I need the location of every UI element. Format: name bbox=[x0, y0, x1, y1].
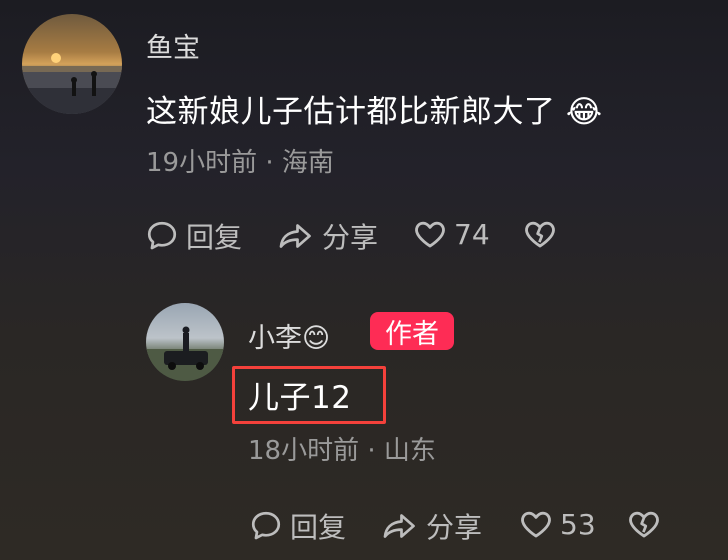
share-arrow-icon bbox=[383, 514, 415, 538]
like-count: 74 bbox=[454, 217, 490, 251]
username[interactable]: 鱼宝 bbox=[146, 26, 200, 65]
heart-icon bbox=[521, 511, 551, 538]
like-button[interactable]: 53 bbox=[518, 506, 596, 542]
timestamp: 19小时前 bbox=[146, 148, 258, 178]
author-badge: 作者 bbox=[370, 312, 454, 350]
separator: · bbox=[367, 436, 376, 466]
location: 海南 bbox=[281, 148, 334, 178]
avatar-user-yubao[interactable] bbox=[22, 14, 122, 114]
reply-meta: 18小时前 · 山东 bbox=[248, 430, 436, 467]
share-label: 分享 bbox=[322, 221, 379, 254]
share-label: 分享 bbox=[426, 511, 483, 544]
username-row: 小李😊 bbox=[248, 316, 330, 355]
person-on-car-avatar-image bbox=[146, 326, 224, 381]
reply-text: 儿子12 bbox=[248, 380, 352, 416]
laughing-crying-emoji: 😂 bbox=[565, 94, 603, 130]
avatar-user-xiaoli[interactable] bbox=[146, 303, 224, 381]
smiling-emoji: 😊 bbox=[302, 323, 331, 354]
share-button[interactable]: 分享 bbox=[380, 506, 482, 546]
location: 山东 bbox=[383, 436, 436, 466]
like-count: 53 bbox=[560, 507, 596, 541]
like-button[interactable]: 74 bbox=[412, 216, 490, 252]
share-arrow-icon bbox=[279, 224, 311, 248]
comment-bubble-icon bbox=[251, 511, 281, 540]
comment-bubble-icon bbox=[147, 221, 177, 250]
broken-heart-icon bbox=[525, 221, 555, 248]
separator: · bbox=[265, 148, 274, 178]
reply-button[interactable]: 回复 bbox=[144, 216, 242, 256]
dislike-button[interactable] bbox=[626, 506, 662, 542]
username[interactable]: 小李 bbox=[248, 323, 302, 354]
comment-meta: 19小时前 · 海南 bbox=[146, 142, 334, 179]
heart-icon bbox=[415, 221, 445, 248]
sunset-beach-avatar-image bbox=[22, 53, 122, 114]
timestamp: 18小时前 bbox=[248, 436, 360, 466]
comment-text: 这新娘儿子估计都比新郎大了 😂 bbox=[146, 94, 603, 130]
reply-label: 回复 bbox=[186, 221, 243, 254]
reply-button[interactable]: 回复 bbox=[248, 506, 346, 546]
share-button[interactable]: 分享 bbox=[276, 216, 378, 256]
dislike-button[interactable] bbox=[522, 216, 558, 252]
broken-heart-icon bbox=[629, 511, 659, 538]
reply-label: 回复 bbox=[290, 511, 347, 544]
